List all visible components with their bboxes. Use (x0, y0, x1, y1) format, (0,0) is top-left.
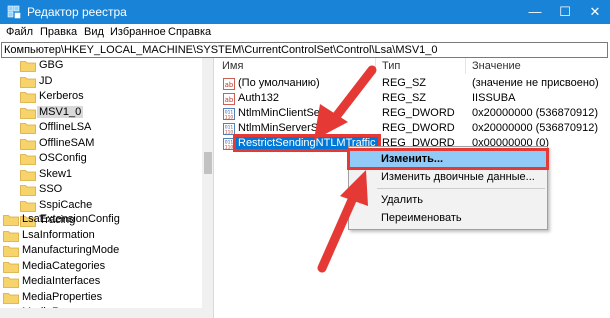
address-path[interactable]: Компьютер\HKEY_LOCAL_MACHINE\SYSTEM\Curr… (4, 44, 438, 56)
menu-help[interactable]: Справка (168, 26, 211, 38)
tree-node-label: OSConfig (39, 152, 87, 164)
folder-icon (20, 200, 36, 212)
folder-icon (20, 60, 36, 72)
value-type: REG_DWORD (382, 122, 455, 134)
folder-icon (3, 292, 19, 304)
menu-modify-binary[interactable]: Изменить двоичные данные... (349, 168, 547, 186)
folder-icon (3, 245, 19, 257)
registry-editor-icon (7, 5, 21, 19)
value-data: (значение не присвоено) (472, 77, 599, 89)
string-value-icon: ab (223, 93, 235, 105)
folder-icon (20, 91, 36, 103)
list-row[interactable]: ab Auth132 REG_SZ IISSUBA (216, 91, 610, 107)
maximize-button[interactable]: ☐ (550, 0, 580, 24)
tree-horizontal-scrollbar[interactable] (0, 308, 202, 318)
window-title: Редактор реестра (27, 5, 127, 19)
address-bar[interactable]: Компьютер\HKEY_LOCAL_MACHINE\SYSTEM\Curr… (1, 42, 608, 58)
context-menu: Изменить... Изменить двоичные данные... … (347, 146, 549, 230)
value-data: 0x20000000 (536870912) (472, 107, 599, 119)
tree-node-label: SSO (39, 183, 63, 195)
value-data: 0x20000000 (536870912) (472, 122, 599, 134)
folder-icon (20, 138, 36, 150)
folder-icon (3, 230, 19, 242)
tree-node-label: MediaCategories (22, 259, 106, 272)
tree-node-label: MediaInterfaces (22, 275, 101, 287)
menu-rename[interactable]: Переименовать (349, 209, 547, 227)
tree-node-label: OfflineLSA (39, 121, 92, 133)
list-row[interactable]: ab (По умолчанию) REG_SZ (значение не присв… (216, 76, 610, 92)
folder-icon (20, 76, 36, 88)
folder-icon (20, 153, 36, 165)
svg-text:110: 110 (225, 130, 234, 136)
menu-edit[interactable]: Правка (40, 26, 77, 38)
menu-file[interactable]: Файл (6, 26, 33, 38)
folder-icon (20, 169, 36, 181)
tree-node-label: SspiCache (39, 198, 93, 211)
dword-value-icon: 011 110 (223, 108, 235, 121)
menu-delete[interactable]: Удалить (349, 191, 547, 209)
tree-node-label: JD (39, 74, 53, 87)
column-name[interactable]: Имя (216, 58, 376, 74)
tree-node-label: MSV1_0 (37, 105, 84, 118)
menu-favorites[interactable]: Избранное (110, 26, 166, 38)
list-row[interactable]: 011 110 NtlmMinServerSec REG_DWORD 0x2000000… (216, 121, 610, 137)
close-button[interactable]: ✕ (580, 0, 610, 24)
folder-icon (20, 122, 36, 134)
menu-view[interactable]: Вид (84, 26, 104, 38)
minimize-button[interactable]: — (520, 0, 550, 24)
value-type: REG_DWORD (382, 107, 455, 119)
title-bar: Редактор реестра — ☐ ✕ (0, 0, 610, 24)
value-name: NtlmMinServerSec (238, 122, 330, 134)
tree-node-label: GBG (39, 59, 64, 71)
menu-bar: Файл Правка Вид Избранное Справка (0, 24, 610, 42)
folder-icon (20, 107, 36, 119)
scroll-thumb[interactable] (204, 152, 212, 174)
value-type: REG_SZ (382, 77, 427, 89)
column-value[interactable]: Значение (466, 58, 610, 74)
value-data: IISSUBA (472, 92, 516, 104)
dword-value-icon: 011 110 (223, 138, 235, 151)
string-value-icon: ab (223, 78, 235, 90)
folder-icon (3, 276, 19, 288)
dword-value-icon: 011 110 (223, 123, 235, 136)
folder-icon (20, 184, 36, 196)
list-row[interactable]: 011 110 NtlmMinClientSec REG_DWORD 0x2000000… (216, 106, 610, 122)
tree-node-label: MediaProperties (22, 290, 103, 303)
menu-separator (377, 188, 545, 189)
tree-node-label: LsaInformation (22, 228, 95, 241)
value-name: (По умолчанию) (238, 77, 320, 89)
folder-icon (3, 214, 19, 226)
svg-text:110: 110 (225, 145, 234, 151)
value-name: Auth132 (238, 92, 279, 104)
tree-node-label: Kerberos (39, 90, 84, 102)
tree-vertical-scrollbar[interactable] (202, 58, 213, 318)
svg-text:110: 110 (225, 115, 234, 121)
value-name: NtlmMinClientSec (238, 107, 326, 119)
tree-node-label: ManufacturingMode (22, 244, 120, 256)
tree-node-label: Skew1 (39, 167, 73, 180)
tree-node-label: OfflineSAM (39, 136, 95, 149)
key-tree: GBG JD Kerberos MSV1_0 OfflineLSA OfflineSAM O… (0, 58, 214, 318)
svg-text:ab: ab (225, 81, 234, 89)
tree-node-label: LsaExtensionConfig (22, 213, 120, 225)
menu-modify[interactable]: Изменить... (347, 148, 549, 170)
folder-icon (3, 261, 19, 273)
column-type[interactable]: Тип (376, 58, 466, 74)
svg-text:ab: ab (225, 96, 234, 104)
value-type: REG_SZ (382, 92, 427, 104)
